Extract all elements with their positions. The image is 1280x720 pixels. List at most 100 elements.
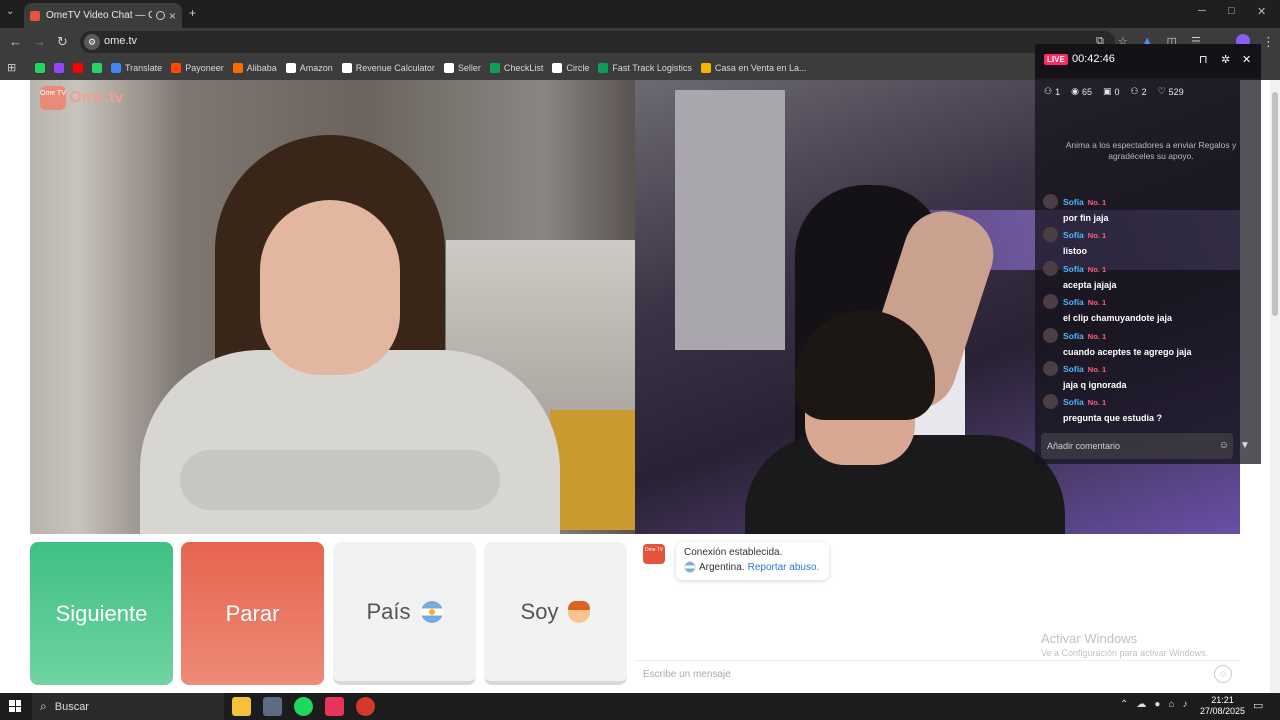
tab-ometv[interactable]: OmeTV Video Chat — Ome × <box>24 3 182 28</box>
site-info-icon[interactable]: ⚙ <box>84 34 100 50</box>
next-button[interactable]: Siguiente <box>30 542 173 685</box>
commenter-avatar[interactable] <box>1043 327 1058 343</box>
file-explorer-icon[interactable] <box>232 697 251 716</box>
new-tab-button[interactable]: + <box>189 6 196 20</box>
commenter-name[interactable]: Sofía <box>1063 264 1084 274</box>
comment-text: acepta jajaja <box>1063 279 1117 290</box>
network-icon[interactable]: ⌂ <box>1168 699 1174 710</box>
commenter-avatar[interactable] <box>1043 227 1058 243</box>
close-window-icon[interactable]: ✕ <box>1257 5 1266 18</box>
message-input[interactable]: Escribe un mensaje ☺ <box>635 660 1240 687</box>
bookmark-item[interactable]: Revenue Calculator <box>341 63 435 73</box>
bookmark-item[interactable]: Payoneer <box>171 63 224 73</box>
bookmark-item[interactable] <box>92 63 102 73</box>
tab-list-icon[interactable]: ⌄ <box>6 6 14 17</box>
stop-label: Parar <box>225 600 280 626</box>
settings-icon[interactable]: ✲ <box>1221 53 1230 66</box>
comment-text: jaja q ignorada <box>1063 379 1127 390</box>
commenter-name[interactable]: Sofía <box>1063 230 1084 240</box>
bookmark-item[interactable]: Amazon <box>285 63 333 73</box>
stat-value: 0 <box>1114 86 1120 97</box>
windows-taskbar: ⌕ Buscar ⌃ ☁ ● ⌂ ♪ 21:21 27/08/2025 ▭ <box>0 693 1280 720</box>
notifications-icon[interactable]: ▭ <box>1253 699 1263 712</box>
search-text: Buscar <box>54 700 89 713</box>
commenter-avatar[interactable] <box>1043 394 1058 410</box>
bookmark-item[interactable]: Translate <box>111 63 162 73</box>
bookmark-item[interactable] <box>73 63 83 73</box>
bookmark-item[interactable]: Casa en Venta en La... <box>700 63 807 73</box>
tab-close-icon[interactable]: × <box>169 9 176 23</box>
tiktok-icon[interactable] <box>325 697 344 716</box>
back-icon[interactable]: ← <box>9 34 22 49</box>
commenter-avatar[interactable] <box>1043 294 1058 310</box>
comment-text: listoo <box>1063 246 1087 257</box>
commenter-name[interactable]: Sofía <box>1063 197 1084 207</box>
forward-icon[interactable]: → <box>33 34 46 49</box>
commenter-name[interactable]: Sofía <box>1063 397 1084 407</box>
gift-prompt: Anima a los espectadores a enviar Regalo… <box>1065 140 1237 161</box>
rank-badge: No. 1 <box>1087 398 1107 408</box>
message-emoji-icon[interactable]: ☺ <box>1214 665 1232 683</box>
apps-icon[interactable]: ⊞ <box>7 61 16 74</box>
tab-bar: ⌄ OmeTV Video Chat — Ome × + ─ □ ✕ <box>0 0 1280 28</box>
bookmark-item[interactable]: Circle <box>552 63 589 73</box>
app-icon[interactable] <box>263 697 282 716</box>
rank-badge: No. 1 <box>1087 198 1107 207</box>
bookmark-item[interactable]: Seller <box>443 63 481 73</box>
chat-logo-icon: Ome TV <box>643 544 665 564</box>
volume-icon[interactable]: ♪ <box>1182 699 1187 710</box>
system-message: Conexión establecida. Argentina. Reporta… <box>676 542 829 580</box>
clock-date: 27/08/2025 <box>1200 706 1246 716</box>
commenter-avatar[interactable] <box>1043 194 1058 209</box>
windows-start-icon[interactable] <box>9 700 21 712</box>
stat-users: ⚇ 2 <box>1131 86 1147 97</box>
menu-icon[interactable]: ⋮ <box>1262 34 1275 50</box>
emoji-icon[interactable]: ☺ <box>1219 440 1229 451</box>
bookmark-item[interactable] <box>35 63 45 73</box>
comment-item: Sofía No. 1 el clip chamuyandote jaja <box>1043 292 1253 325</box>
commenter-name[interactable]: Sofía <box>1063 331 1084 341</box>
microphone-icon[interactable]: ● <box>1154 699 1160 710</box>
minimize-icon[interactable]: ─ <box>1198 5 1206 17</box>
cloud-icon[interactable]: ☁ <box>1136 699 1146 710</box>
bookmark-icon <box>92 63 102 73</box>
argentina-flag-icon <box>420 600 443 623</box>
reload-icon[interactable]: ↻ <box>57 34 68 50</box>
close-panel-icon[interactable]: ✕ <box>1242 53 1251 66</box>
bookmark-item[interactable]: Alibaba <box>232 63 277 73</box>
bookmark-item[interactable]: CheckList <box>489 63 543 73</box>
comment-input[interactable]: Añadir comentario ☺ <box>1041 433 1233 459</box>
commenter-avatar[interactable] <box>1043 360 1058 376</box>
taskbar-search[interactable]: ⌕ Buscar <box>32 693 224 720</box>
bookmark-icon <box>285 63 296 73</box>
bookmark-label: Casa en Venta en La... <box>714 63 807 73</box>
bookmark-icon <box>54 63 64 73</box>
bookmark-item[interactable]: Fast Track Logistics <box>598 63 692 73</box>
spotify-icon[interactable] <box>294 697 313 716</box>
page-scrollbar[interactable] <box>1270 80 1280 693</box>
send-icon[interactable]: ▼ <box>1240 440 1250 451</box>
bookmark-icon <box>489 63 500 73</box>
country-button[interactable]: País <box>333 542 476 685</box>
bookmark-label: Seller <box>457 63 481 73</box>
report-abuse-link[interactable]: Reportar abuso. <box>748 562 820 573</box>
system-clock[interactable]: 21:21 27/08/2025 <box>1200 695 1245 717</box>
maximize-icon[interactable]: □ <box>1228 5 1235 17</box>
address-bar[interactable]: ⚙ ome.tv <box>80 31 1115 53</box>
commenter-name[interactable]: Sofía <box>1063 364 1084 374</box>
chrome-icon[interactable] <box>356 697 375 716</box>
scrollbar-thumb[interactable] <box>1272 92 1278 316</box>
commenter-avatar[interactable] <box>1043 260 1058 276</box>
gender-button[interactable]: Soy <box>484 542 627 685</box>
bookmark-item[interactable] <box>54 63 64 73</box>
commenter-name[interactable]: Sofía <box>1063 297 1084 307</box>
message-placeholder: Escribe un mensaje <box>643 669 731 680</box>
tray-chevron-icon[interactable]: ⌃ <box>1120 699 1128 710</box>
activate-windows-title: Activar Windows <box>1041 631 1138 646</box>
bookmark-label: Fast Track Logistics <box>612 63 692 73</box>
stop-button[interactable]: Parar <box>181 542 324 685</box>
stat-value: 65 <box>1081 86 1092 97</box>
lock-icon[interactable]: ⊓ <box>1199 53 1208 66</box>
bookmark-icon <box>598 63 609 73</box>
users-icon: ⚇ <box>1130 86 1139 96</box>
